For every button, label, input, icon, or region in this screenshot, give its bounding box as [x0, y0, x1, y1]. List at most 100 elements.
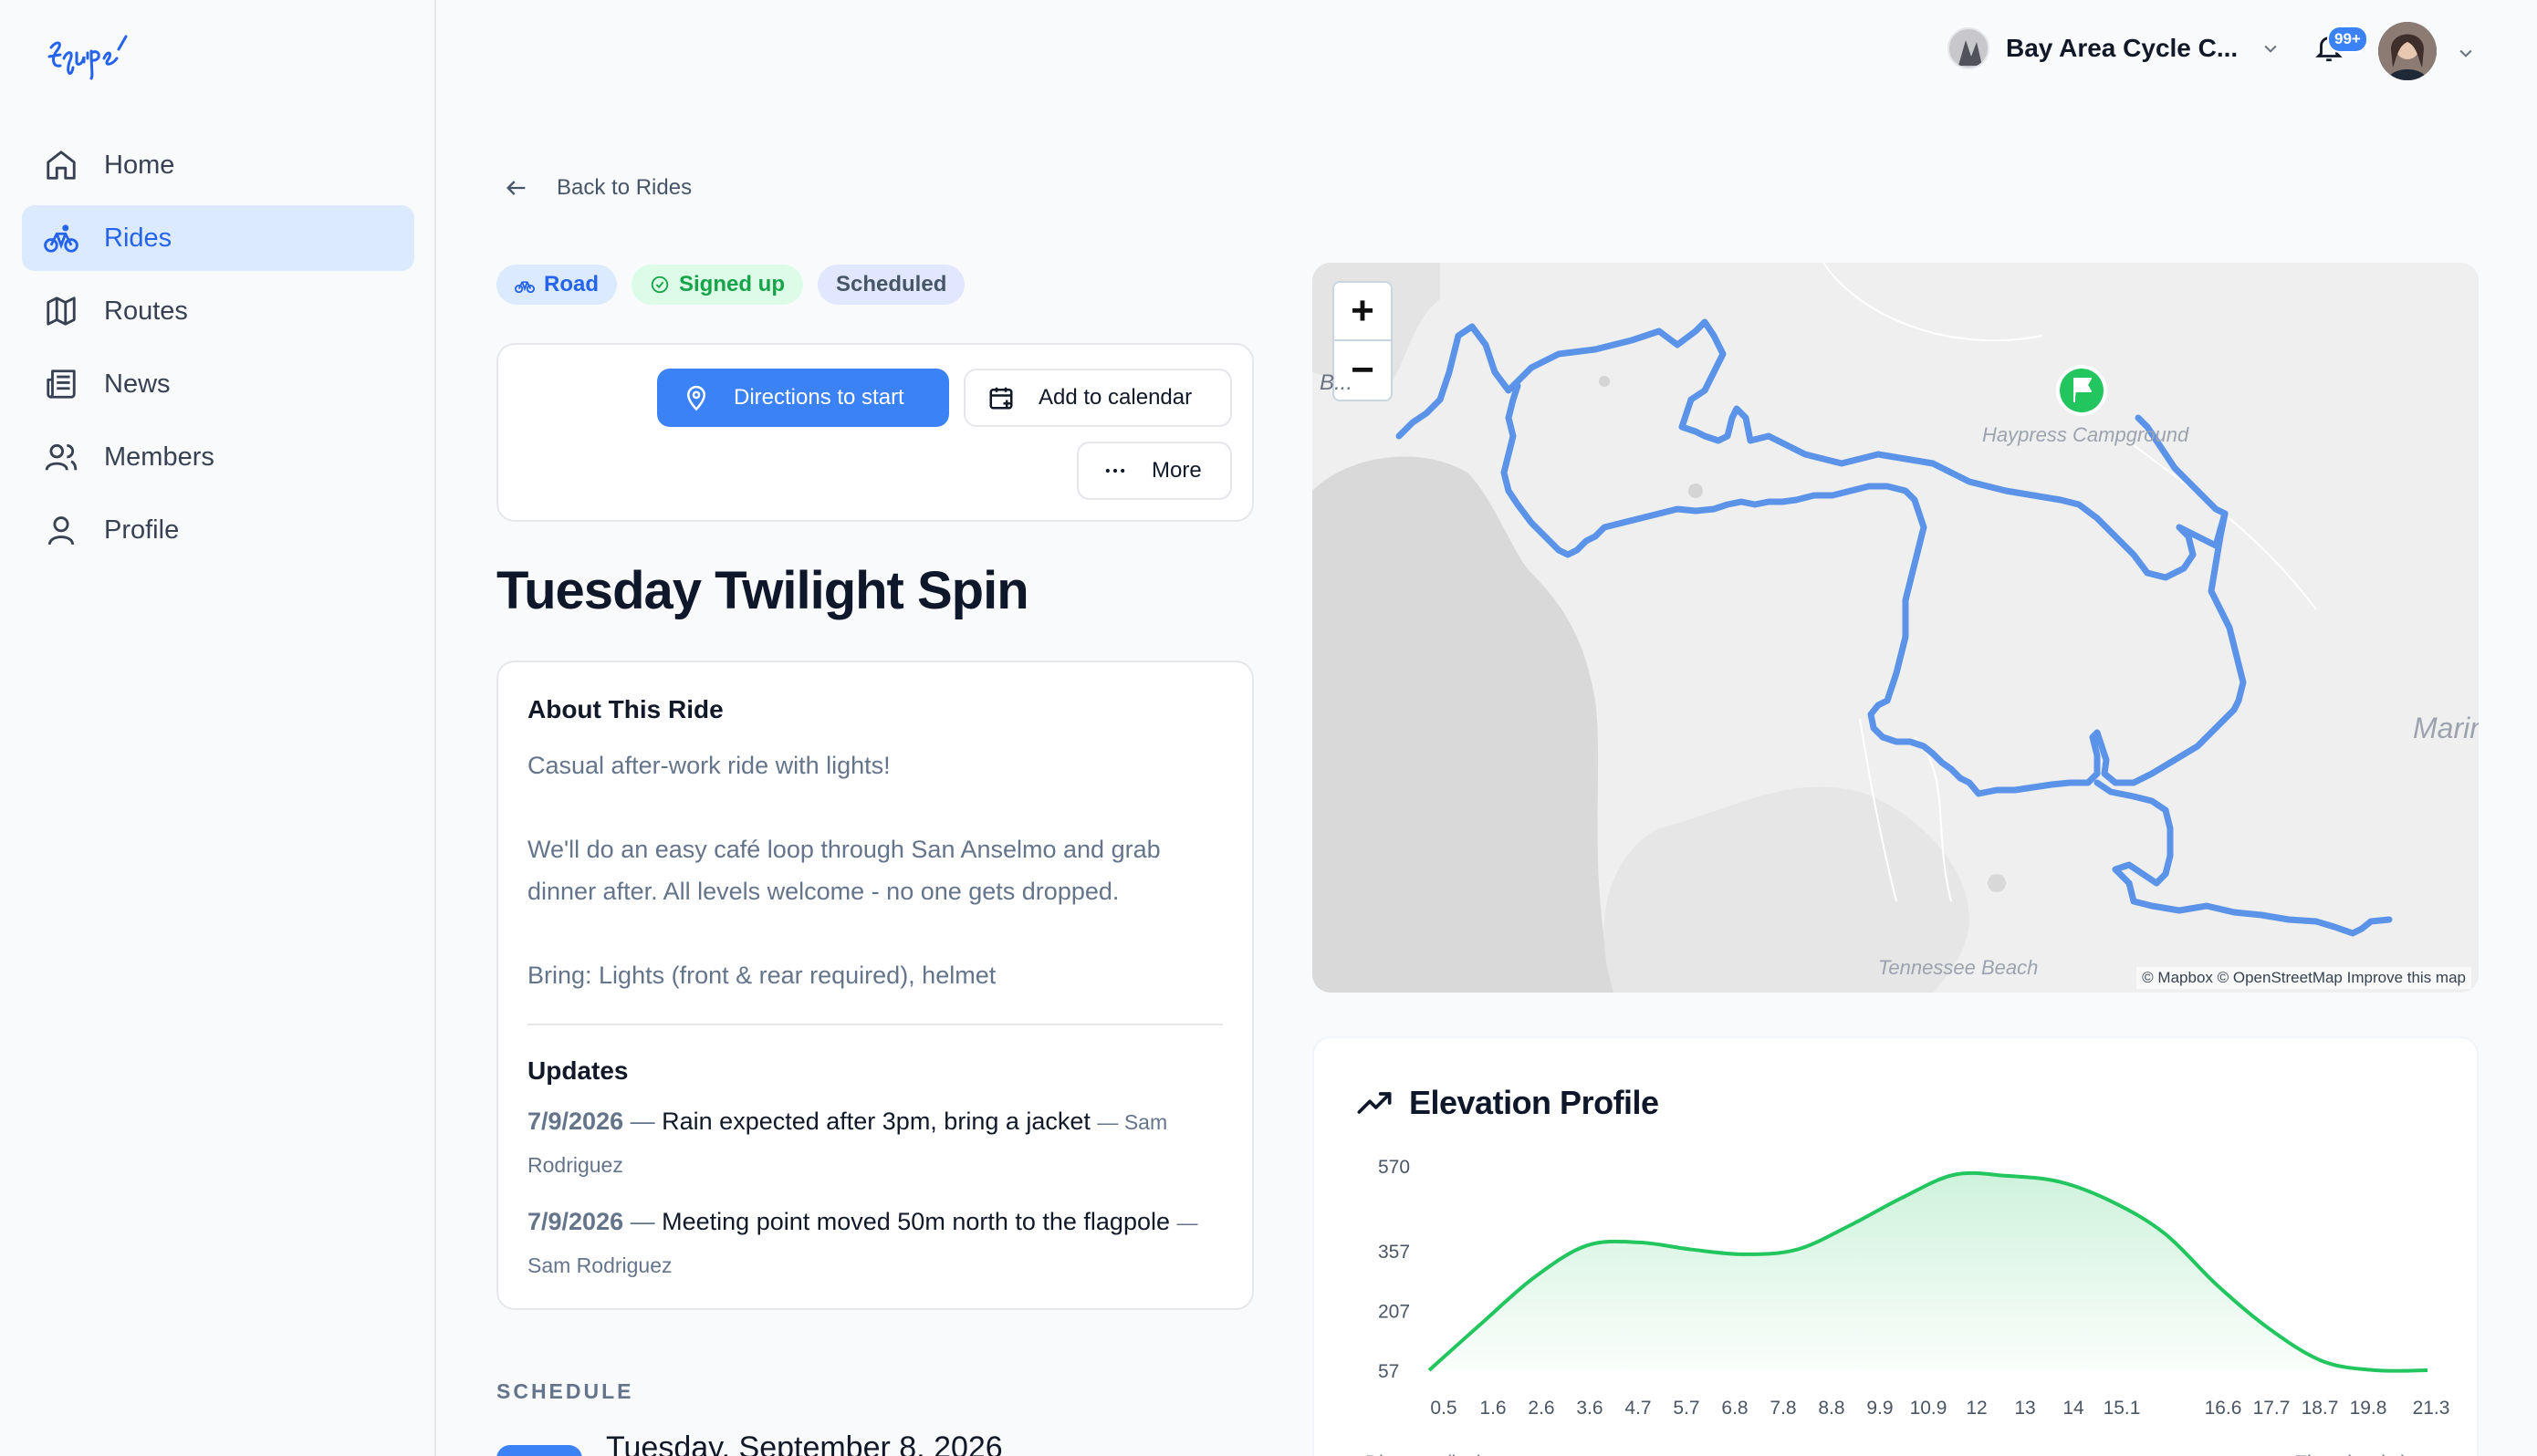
schedule-heading: SCHEDULE [496, 1379, 634, 1403]
app-logo[interactable] [44, 31, 131, 88]
sidebar-nav: Home Rides Routes News Members Profile [22, 132, 414, 570]
x-tick-label: 15.1 [2104, 1398, 2141, 1419]
description-paragraph: Bring: Lights (front & rear required), h… [527, 962, 997, 989]
elevation-title: Elevation Profile [1356, 1084, 1659, 1122]
home-icon [47, 151, 76, 180]
elevation-area [1429, 1172, 2427, 1371]
avatar[interactable] [2378, 22, 2437, 80]
update-item: 7/9/2026 — Meeting point moved 50m north… [527, 1208, 1198, 1277]
map-pin-icon [686, 385, 706, 411]
sidebar-item-home[interactable]: Home [22, 132, 414, 198]
sidebar-item-members[interactable]: Members [22, 424, 414, 490]
newspaper-icon [47, 369, 76, 399]
update-item: 7/9/2026 — Rain expected after 3pm, brin… [527, 1108, 1168, 1177]
x-tick-label: 8.8 [1818, 1398, 1844, 1419]
x-tick-label: 14 [2062, 1398, 2084, 1419]
x-tick-label: 9.9 [1866, 1398, 1893, 1419]
club-avatar [1947, 27, 1989, 69]
x-axis-label: Distance (km) [1365, 1452, 1484, 1456]
more-horizontal-icon [1105, 468, 1125, 473]
sidebar-item-label: Routes [104, 296, 188, 326]
schedule-date-badge [496, 1445, 582, 1456]
zoom-in-button[interactable]: + [1334, 283, 1391, 341]
notification-badge: 99+ [2327, 26, 2368, 53]
x-tick-label: 6.8 [1721, 1398, 1748, 1419]
page-title: Tuesday Twilight Spin [496, 561, 1029, 620]
x-tick-label: 7.8 [1770, 1398, 1796, 1419]
map-attribution[interactable]: © Mapbox © OpenStreetMap Improve this ma… [2136, 967, 2471, 989]
y-axis-label: Elevation (m) [2294, 1452, 2407, 1456]
trending-up-icon [1357, 1092, 1392, 1114]
sidebar-item-label: Profile [104, 515, 180, 545]
map-canvas [1312, 263, 2479, 993]
divider [527, 1024, 1223, 1025]
about-ride-card: About This Ride Casual after-work ride w… [496, 660, 1254, 1310]
x-tick-label: 0.5 [1430, 1398, 1456, 1419]
update-text: Meeting point moved 50m north to the fla… [662, 1208, 1170, 1235]
sidebar-item-label: Home [104, 150, 175, 180]
about-heading: About This Ride [527, 695, 724, 723]
y-tick-label: 207 [1378, 1302, 1410, 1323]
sidebar-item-routes[interactable]: Routes [22, 278, 414, 344]
x-tick-label: 13 [2014, 1398, 2035, 1419]
x-tick-label: 17.7 [2253, 1398, 2291, 1419]
check-circle-icon [651, 276, 669, 294]
x-tick-label: 19.8 [2350, 1398, 2387, 1419]
update-author: Sam Rodriguez [527, 1253, 673, 1277]
y-tick-label: 570 [1378, 1157, 1410, 1178]
x-tick-label: 5.7 [1673, 1398, 1699, 1419]
x-tick-label: 3.6 [1576, 1398, 1603, 1419]
schedule-date: Tuesday, September 8, 2026 [606, 1430, 1003, 1456]
x-tick-label: 16.6 [2205, 1398, 2242, 1419]
map-label-campground: Haypress Campground [1982, 423, 2189, 446]
elevation-profile-card: 57 207 357 570 0.5 1.6 2.6 3.6 4.7 5.7 6.8 7.8 8.8 9.… [1312, 1036, 2479, 1456]
x-tick-label: 10.9 [1910, 1398, 1947, 1419]
arrow-left-icon [506, 181, 526, 195]
club-name: Bay Area Cycle C... [2006, 34, 2239, 62]
route-map[interactable]: + − B... Haypress Campground Tennessee B… [1312, 263, 2479, 993]
update-date: 7/9/2026 [527, 1108, 624, 1135]
button-label: More [1152, 458, 1202, 483]
elevation-title-text: Elevation Profile [1409, 1084, 1659, 1121]
button-label: Directions to start [734, 385, 904, 410]
users-icon [45, 443, 78, 471]
bike-icon [515, 281, 535, 294]
x-tick-label: 21.3 [2413, 1398, 2450, 1419]
back-link-label: Back to Rides [557, 175, 693, 200]
add-to-calendar-button[interactable]: Add to calendar [964, 369, 1232, 427]
ride-tags: Road Signed up Scheduled [496, 265, 966, 305]
sidebar-item-news[interactable]: News [22, 351, 414, 417]
directions-button[interactable]: Directions to start [657, 369, 949, 427]
description-paragraph: Casual after-work ride with lights! [527, 752, 891, 779]
ride-description: Casual after-work ride with lights! We'l… [527, 744, 1223, 996]
sidebar-item-label: Members [104, 442, 214, 472]
map-label-partial: B... [1320, 370, 1353, 395]
tag-label: Scheduled [836, 272, 947, 296]
description-paragraph: We'll do an easy café loop through San A… [527, 836, 1161, 905]
club-switcher[interactable]: Bay Area Cycle C... [1947, 27, 2280, 69]
update-date: 7/9/2026 [527, 1208, 624, 1235]
updates-heading: Updates [527, 1056, 629, 1085]
back-to-rides-link[interactable]: Back to Rides [504, 175, 692, 201]
x-tick-label: 4.7 [1624, 1398, 1651, 1419]
x-tick-label: 2.6 [1528, 1398, 1554, 1419]
sidebar: Home Rides Routes News Members Profile [0, 0, 436, 1456]
button-label: Add to calendar [1039, 385, 1193, 410]
x-tick-label: 12 [1966, 1398, 1987, 1419]
sidebar-item-rides[interactable]: Rides [22, 205, 414, 271]
chevron-down-icon [2264, 45, 2277, 53]
tag-scheduled: Scheduled [818, 265, 966, 305]
more-button[interactable]: More [1077, 442, 1232, 500]
map-label-beach: Tennessee Beach [1878, 956, 2039, 979]
tag-signed-up: Signed up [632, 265, 803, 305]
user-icon [47, 516, 75, 546]
tag-road: Road [496, 265, 617, 305]
bike-icon [44, 224, 78, 253]
tag-label: Signed up [679, 272, 785, 296]
x-tick-label: 1.6 [1479, 1398, 1506, 1419]
sidebar-item-profile[interactable]: Profile [22, 497, 414, 563]
chevron-down-icon[interactable] [2457, 44, 2475, 62]
tag-label: Road [544, 272, 599, 296]
calendar-plus-icon [989, 387, 1013, 410]
ride-actions-card: Directions to start Add to calendar More [496, 343, 1254, 522]
